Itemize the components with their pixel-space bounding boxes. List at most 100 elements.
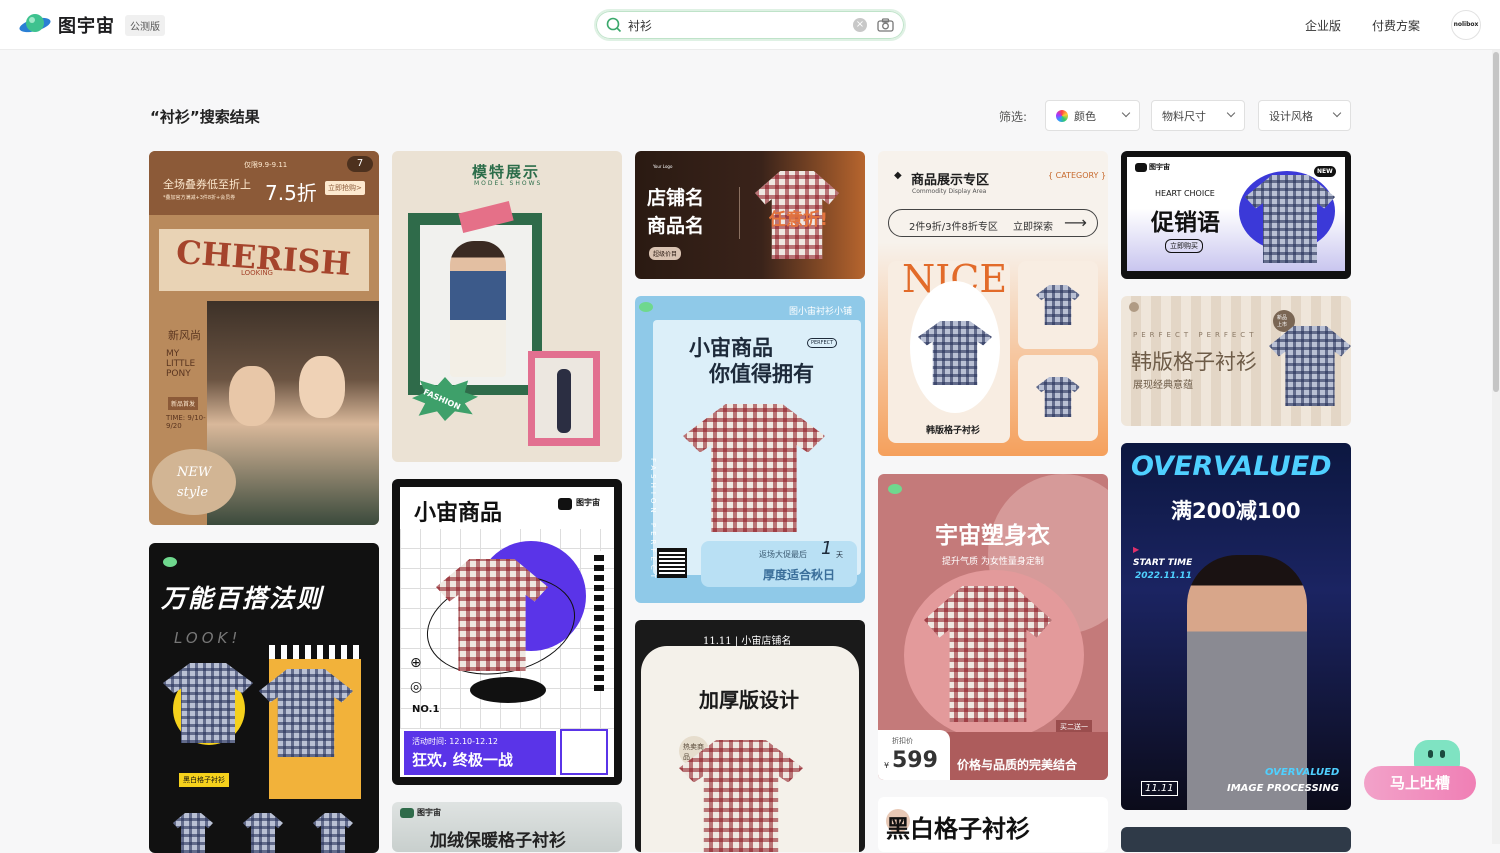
card-text: 宇宙塑身衣 [935, 523, 1050, 549]
card-text: 活动时间: 12.10-12.12 [412, 737, 498, 746]
card-text: 韩版格子衬衫 [926, 426, 981, 436]
card-text: 小宙商品 [414, 501, 503, 526]
card-text: PERFECT [807, 338, 838, 348]
globe-icon: ⊕ [410, 655, 422, 671]
card-text: OVERVALUED [1265, 767, 1340, 778]
currency-symbol: ¥ [884, 761, 890, 770]
card-text: 599 [892, 748, 938, 773]
card-text: HEART CHOICE [1155, 189, 1215, 198]
card-text: 折扣价 [892, 737, 913, 745]
card-text: LOOK! [174, 629, 242, 647]
card-text: PERFECT PERFECT [1133, 331, 1258, 339]
card-text: 模特展示 [472, 163, 541, 181]
template-card-thick[interactable]: 11.11 | 小宙店铺名 加厚版设计 热卖商品 [635, 620, 865, 852]
card-text: 新品首发 [168, 397, 199, 410]
avatar[interactable]: nolibox [1451, 10, 1481, 40]
template-card-model[interactable]: 模特展示 MODEL SHOWS FASHION [392, 151, 622, 462]
card-text: 价格与品质的完美结合 [957, 758, 1078, 772]
template-card-store[interactable]: Your Logo 店铺名 商品名 超级价目 任意折! [635, 151, 865, 279]
card-text: NEW [1314, 166, 1336, 177]
search-input[interactable] [628, 18, 853, 32]
card-text: 新品上市 [1277, 315, 1288, 328]
logo-text: 图宇宙 [58, 16, 115, 37]
card-text: FASHION PERFECT [649, 457, 658, 583]
card-text: 商品展示专区 [911, 173, 990, 188]
color-wheel-icon [1056, 109, 1068, 122]
filter-size-label: 物料尺寸 [1162, 109, 1206, 123]
card-text: 新风尚 [168, 329, 201, 342]
card-text: 11.11 [1141, 781, 1178, 796]
filter-size[interactable]: 物料尺寸 [1151, 100, 1245, 131]
filter-color[interactable]: 颜色 [1045, 100, 1140, 131]
top-bar: 图宇宙 公测版 × 企业版 付费方案 nolibox [0, 0, 1500, 50]
chevron-down-icon [1121, 108, 1131, 118]
card-text: MY LITTLE PONY [166, 349, 196, 379]
clear-icon[interactable]: × [853, 18, 867, 32]
filter-color-label: 颜色 [1074, 109, 1096, 123]
card-text: 提升气质 为女性量身定制 [942, 557, 1044, 567]
template-card-promo[interactable]: 图宇宙 NEW HEART CHOICE 促销语 立即购买 [1121, 151, 1351, 279]
nav-pricing[interactable]: 付费方案 [1372, 17, 1420, 34]
play-icon: ▶ [1133, 545, 1140, 554]
card-text: 1 [821, 538, 833, 559]
card-text: 任意折! [769, 210, 828, 230]
shirt-image [243, 813, 283, 853]
logo[interactable]: 图宇宙 公测版 [18, 11, 165, 39]
card-text: 商品名 [647, 215, 705, 237]
spiral-icon: ◎ [410, 679, 423, 695]
card-text: { CATEGORY } [1048, 171, 1107, 180]
card-text: 韩版格子衬衫 [1131, 350, 1257, 374]
card-text: 11.11 | 小宙店铺名 [703, 636, 792, 647]
card-text: 仅限9.9-9.11 [244, 161, 288, 169]
card-text: 图宇宙 [1149, 163, 1170, 171]
card-text: TIME: 9/10-9/20 [166, 414, 206, 430]
card-text: NO.1 [412, 704, 440, 715]
card-text: 7.5折 [265, 181, 317, 205]
filter-style[interactable]: 设计风格 [1258, 100, 1351, 131]
card-text: 店铺名 [647, 187, 705, 209]
card-text: NEW style [177, 465, 212, 500]
card-text: 万能百搭法则 [161, 584, 324, 613]
card-text: Your Logo [653, 164, 673, 169]
card-text: 2022.11.11 [1135, 571, 1192, 581]
scrollbar-thumb[interactable] [1493, 52, 1499, 392]
template-card-cherish[interactable]: 仅限9.9-9.11 7 全场叠券低至折上 *叠加官方满减+3件8折+会员券 7… [149, 151, 379, 525]
diamond-icon: ◆ [894, 170, 902, 181]
image-count-badge: 7 [347, 156, 373, 172]
card-text: 你值得拥有 [709, 362, 814, 386]
qr-code [657, 548, 687, 578]
search-box[interactable]: × [594, 9, 906, 41]
template-card-rules[interactable]: 万能百搭法则 LOOK! 黑白格子衬衫 [149, 543, 379, 853]
template-card-shapewear[interactable]: 宇宙塑身衣 提升气质 为女性量身定制 买二送一 折扣价 ¥ 599 价格与品质的… [878, 474, 1108, 780]
filter-style-label: 设计风格 [1269, 109, 1313, 123]
template-card-fleece[interactable]: 图宇宙 加绒保暖格子衬衫 [392, 802, 622, 852]
template-card-xiaozhou-grid[interactable]: 小宙商品 图宇宙 ⊕ ◎ NO.1 活动时间: 12.10-12.12 狂欢, … [392, 479, 622, 785]
card-text: LOOKING [241, 269, 273, 277]
shirt-image [1269, 326, 1351, 406]
template-card-overvalued[interactable]: OVERVALUED 满200减100 ▶ START TIME 2022.11… [1121, 443, 1351, 810]
chevron-down-icon [1226, 108, 1236, 118]
card-text: MODEL SHOWS [474, 180, 543, 187]
arrow-right-icon: ⟶ [1064, 213, 1087, 232]
camera-icon[interactable] [877, 18, 894, 32]
filter-label: 筛选: [999, 110, 1028, 124]
card-text: 狂欢, 终极一战 [412, 751, 513, 769]
card-text: 加绒保暖格子衬衫 [430, 831, 566, 851]
card-text: 黑白格子衬衫 [886, 815, 1030, 843]
feedback-button[interactable]: 马上吐槽 [1364, 766, 1476, 800]
card-text: 图宇宙 [576, 498, 600, 507]
card-text: 立即购买 [1165, 239, 1203, 253]
nav-enterprise[interactable]: 企业版 [1305, 17, 1341, 34]
card-text: 超级价目 [649, 247, 682, 260]
shirt-image [173, 813, 213, 853]
template-card-korean[interactable]: PERFECT PERFECT 韩版格子衬衫 展现经典意蕴 新品上市 [1121, 296, 1351, 426]
chevron-down-icon [1332, 108, 1342, 118]
template-card-next[interactable] [1121, 827, 1351, 852]
card-button: 立即抢购> [325, 181, 365, 195]
card-text: Commodity Display Area [912, 188, 987, 195]
template-card-xiaozhou-blue[interactable]: 图小宙衬衫小铺 小宙商品 PERFECT 你值得拥有 FASHION PERFE… [635, 296, 865, 603]
beta-badge: 公测版 [125, 14, 165, 36]
card-text: 2件9折/3件8折专区 [909, 222, 998, 233]
card-text: 黑白格子衬衫 [179, 773, 229, 787]
template-card-display[interactable]: ◆ 商品展示专区 Commodity Display Area { CATEGO… [878, 151, 1108, 456]
